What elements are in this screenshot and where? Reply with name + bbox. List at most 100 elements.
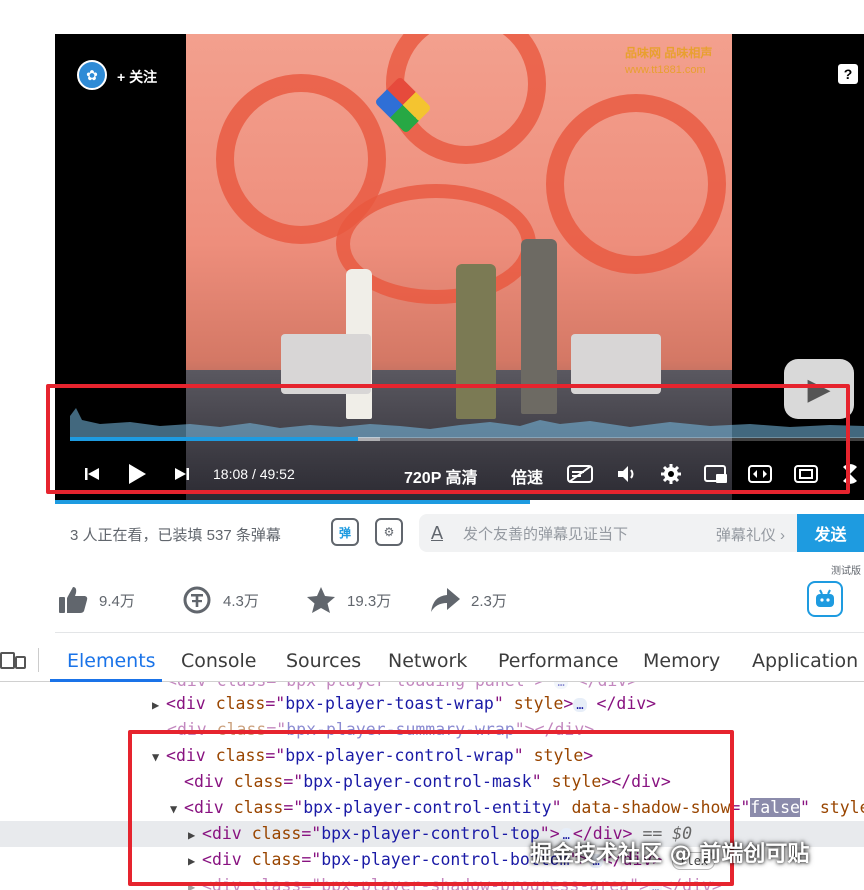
section-divider [55,632,864,633]
dom-node[interactable]: ▶ <div class="bpx-player-shadow-progress-… [0,873,864,890]
device-toolbar-icon[interactable] [0,650,26,670]
dom-attr-name: class [233,798,284,817]
dom-attr-value: bpx-player-control-top [321,824,540,843]
like-button[interactable]: 9.4万 [57,584,135,616]
widescreen-icon[interactable] [747,463,773,485]
danmaku-bar: 3 人正在看，已装填 537 条弹幕 弹 ⚙ A 发个友善的弹幕见证当下 弹幕礼… [55,504,864,560]
help-icon[interactable]: ? [838,64,858,84]
dom-node-close: ></div> [601,772,671,791]
time-separator: / [251,466,256,482]
expand-arrow-icon[interactable]: ▶ [152,692,166,718]
collapse-arrow-icon[interactable]: ▼ [152,744,166,770]
next-icon[interactable] [171,464,193,484]
expand-ellipsis[interactable]: … [554,682,568,689]
like-count: 9.4万 [99,592,135,610]
tab-sources[interactable]: Sources [286,650,361,672]
dom-node-close: </div> [662,876,722,890]
coin-icon [181,584,213,616]
viewer-count: 3 人正在看，已装填 537 条弹幕 [70,527,281,544]
tab-memory[interactable]: Memory [643,650,720,672]
beta-tag: 测试版 [831,562,861,577]
quality-button[interactable]: 720P 高清 [404,464,478,488]
thumbs-up-icon [57,584,89,616]
danmaku-style-icon[interactable]: A [431,523,453,544]
current-time: 18:08 [213,466,249,482]
expand-arrow-icon[interactable]: ▶ [188,848,202,874]
dom-node[interactable]: <div class="bpx-player-control-mask" sty… [0,769,864,795]
duration: 49:52 [259,466,295,482]
dom-node-text: <div class="bpx-player-loading-panel"> [167,682,545,690]
dom-node[interactable]: ▼ <div class="bpx-player-control-wrap" st… [0,743,864,769]
site-watermark: 掘金技术社区 @ 前端创可贴 [530,842,810,867]
dom-node[interactable]: <div class="bpx-player-summary-wrap"></d… [0,717,864,743]
coin-button[interactable]: 4.3万 [181,584,259,616]
tab-network[interactable]: Network [388,650,467,672]
dom-tag: div [175,746,206,765]
favorite-count: 19.3万 [347,592,392,610]
tab-performance[interactable]: Performance [498,650,618,672]
danmaku-settings-icon[interactable]: ⚙ [375,518,403,546]
dom-attr-name: class [251,824,302,843]
dom-node-close: </div> [596,694,657,713]
dom-tag: div [211,850,242,869]
danmaku-etiquette-link[interactable]: 弹幕礼仪 › [716,524,785,545]
picture-in-picture-icon[interactable] [703,463,729,485]
dom-attr-value: bpx-player-control-wrap [285,746,514,765]
video-player[interactable]: ✿ + 关注 ? 品味网 品味相声 www.tt1881.com ▶ 18:08… [55,34,864,500]
progress-bar[interactable] [70,437,864,441]
share-count: 2.3万 [471,592,507,610]
dom-attr-name: class [216,720,267,739]
high-energy-waveform [70,408,864,438]
dom-attr-value: bpx-player-control-entity [303,798,552,817]
danmaku-input-placeholder: 发个友善的弹幕见证当下 [463,525,629,543]
tab-console[interactable]: Console [181,650,256,672]
danmaku-toggle-icon[interactable]: 弹 [331,518,359,546]
uploader-avatar-icon[interactable]: ✿ [77,60,107,90]
devtools-tab-bar: Elements Console Sources Network Perform… [0,638,864,682]
dom-attr-value-highlighted: false [750,798,800,817]
video-action-bar: 9.4万 4.3万 19.3万 2.3万 测试版 [55,562,864,632]
toolbar-separator [38,648,39,672]
dom-attr-name: style [513,694,564,713]
stage-backdrop-flower [546,94,726,274]
send-button[interactable]: 发送 [797,514,864,552]
volume-icon[interactable] [615,463,639,485]
dom-attr-name: style [819,798,864,817]
share-arrow-icon [429,584,461,616]
dom-tag: div [176,720,207,739]
danmaku-off-icon[interactable] [565,463,595,485]
dom-attr-name: class [215,694,266,713]
expand-ellipsis[interactable]: … [573,697,587,712]
player-control-bar: 18:08 / 49:52 720P 高清 倍速 [55,456,864,492]
dom-attr-value: bpx-player-summary-wrap [286,720,515,739]
share-button[interactable]: 2.3万 [429,584,507,616]
expand-arrow-icon[interactable]: ▶ [188,822,202,848]
expand-ellipsis[interactable]: … [649,879,663,890]
favorite-button[interactable]: 19.3万 [305,584,391,616]
dom-node[interactable]: ▼ <div class="bpx-player-control-entity" … [0,795,864,821]
dom-tag: div [175,694,206,713]
follow-button[interactable]: + 关注 [117,67,157,87]
dom-node[interactable]: ▶ <div class="bpx-player-toast-wrap" styl… [0,691,864,717]
dom-node-close: </div> [578,682,638,690]
hospital-bed [281,334,371,394]
tab-application[interactable]: Application [752,650,858,672]
speed-button[interactable]: 倍速 [511,464,543,488]
danmaku-input[interactable]: A 发个友善的弹幕见证当下 弹幕礼仪 › [419,514,799,552]
tab-elements[interactable]: Elements [67,650,156,672]
ai-assistant-icon[interactable] [807,581,843,617]
web-fullscreen-icon[interactable] [793,463,819,485]
dom-attr-value: bpx-player-toast-wrap [285,694,494,713]
expand-arrow-icon[interactable]: ▶ [188,874,202,890]
dom-tag: div [193,798,224,817]
fullscreen-icon[interactable] [839,463,861,485]
dom-attr-name: data-shadow-show [571,798,731,817]
previous-icon[interactable] [81,464,103,484]
settings-gear-icon[interactable] [659,462,683,486]
dom-attr-name: class [233,772,284,791]
dom-attr-name: style [533,746,584,765]
hospital-bed [571,334,661,394]
collapse-arrow-icon[interactable]: ▼ [170,796,184,822]
play-icon[interactable] [125,462,149,486]
dom-tag: div [211,824,242,843]
